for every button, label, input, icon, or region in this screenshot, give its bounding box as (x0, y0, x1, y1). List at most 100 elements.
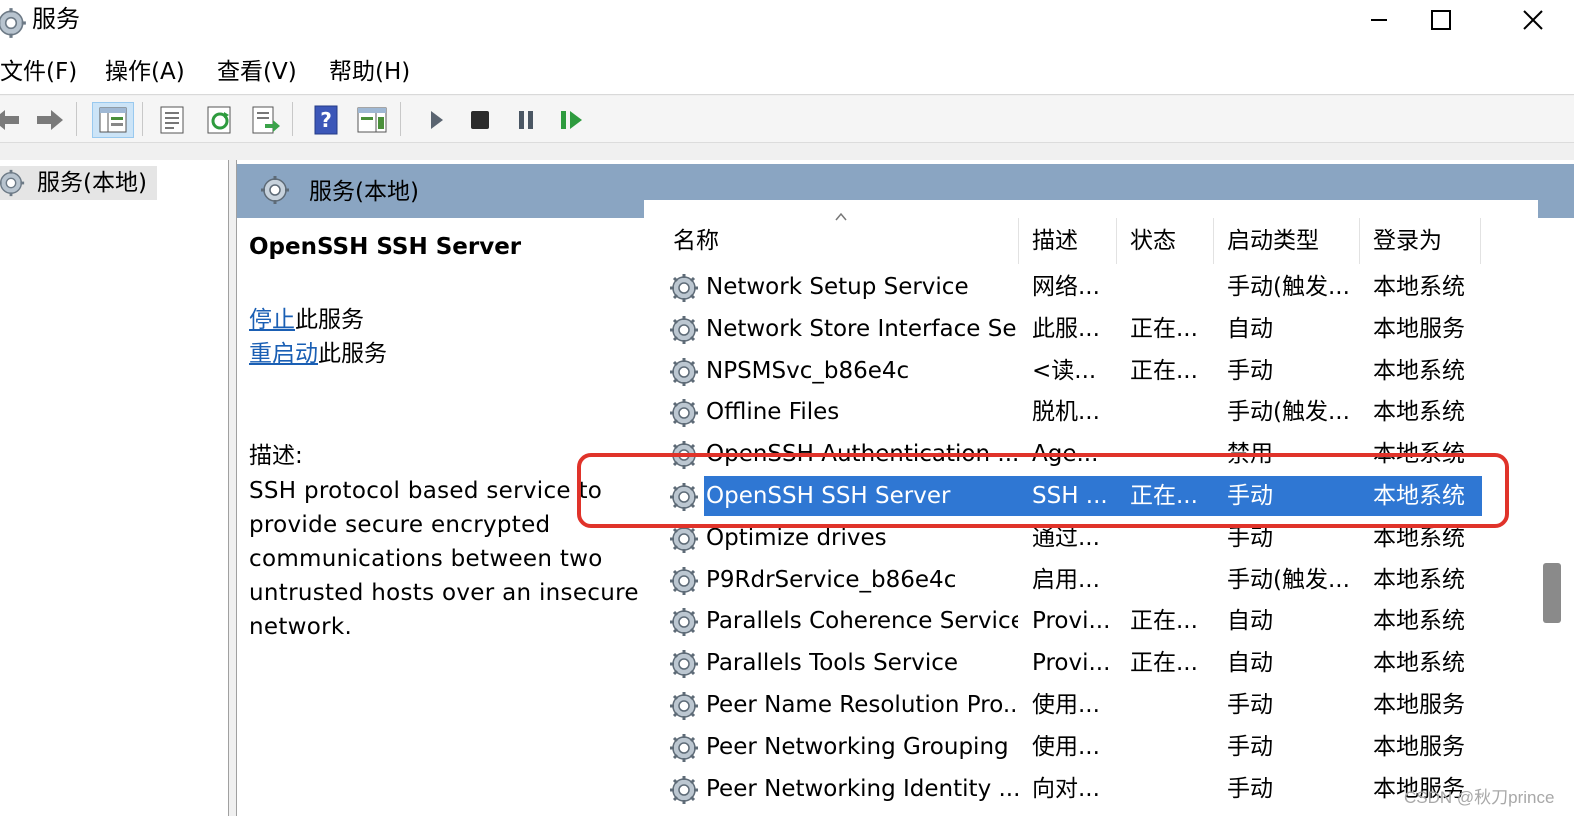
service-gear-icon (670, 399, 698, 427)
service-gear-icon (670, 776, 698, 804)
service-gear-icon (670, 692, 698, 720)
start-service-icon (431, 111, 443, 129)
show-console-tree-icon (99, 107, 127, 133)
properties-button[interactable] (154, 102, 190, 138)
service-startup-type-cell: 自动 (1227, 608, 1273, 634)
minimize-icon (1371, 19, 1387, 21)
service-name-cell: P9RdrService_b86e4c (706, 567, 957, 593)
tree-node-label: 服务(本地) (37, 170, 147, 196)
service-row[interactable]: Peer Networking Grouping 使用... 手动 本地服务 (666, 727, 1482, 769)
help-button[interactable]: ? (308, 102, 344, 138)
restart-service-link[interactable]: 重启动 (249, 341, 318, 367)
action-pane-icon (357, 107, 387, 133)
service-row[interactable]: Network Setup Service 网络... 手动(触发... 本地系统 (666, 267, 1482, 309)
service-row[interactable]: Offline Files 脱机... 手动(触发... 本地系统 (666, 392, 1482, 434)
service-startup-type-cell: 手动(触发... (1227, 567, 1350, 593)
service-name-cell: Parallels Coherence Service (706, 608, 1018, 634)
back-button[interactable] (0, 102, 24, 138)
export-list-button[interactable] (248, 102, 284, 138)
stop-service-button[interactable] (462, 102, 498, 138)
pause-service-button[interactable] (508, 102, 544, 138)
watermark: CSDN @秋刀prince (1404, 788, 1555, 807)
service-description-cell: 向对... (1032, 776, 1100, 802)
menu-help[interactable]: 帮助(H) (329, 57, 410, 87)
highlight-annotation (577, 453, 1509, 528)
service-description-cell: <读... (1032, 358, 1097, 384)
column-header-description[interactable]: 描述 (1032, 226, 1078, 256)
refresh-button[interactable] (202, 102, 238, 138)
maximize-button[interactable] (1411, 0, 1471, 40)
service-startup-type-cell: 手动 (1227, 692, 1273, 718)
service-row[interactable]: NPSMSvc_b86e4c <读... 正在... 手动 本地系统 (666, 351, 1482, 393)
restart-service-action: 重启动此服务 (249, 340, 387, 368)
close-icon (1523, 10, 1543, 30)
start-service-button[interactable] (418, 102, 454, 138)
column-divider[interactable] (1018, 218, 1019, 264)
service-row[interactable]: Parallels Coherence Service Provi... 正在...… (666, 601, 1482, 643)
stop-service-icon (471, 111, 489, 129)
service-log-on-as-cell: 本地服务 (1373, 734, 1465, 760)
forward-button[interactable] (32, 102, 68, 138)
stop-service-link[interactable]: 停止 (249, 307, 295, 333)
services-gear-icon (261, 176, 289, 204)
tree-node-services-local[interactable]: 服务(本地) (0, 166, 157, 200)
refresh-icon (207, 106, 231, 134)
column-divider[interactable] (1116, 218, 1117, 264)
service-name-cell: Peer Networking Identity ... (706, 776, 1018, 802)
pause-service-icon (519, 111, 533, 129)
service-gear-icon (670, 274, 698, 302)
services-gear-icon (0, 169, 25, 197)
service-startup-type-cell: 手动 (1227, 734, 1273, 760)
service-description-cell: 网络... (1032, 274, 1100, 300)
service-description-cell: 使用... (1032, 734, 1100, 760)
stop-service-action: 停止此服务 (249, 306, 364, 334)
column-header-name[interactable]: 名称 (673, 226, 719, 256)
service-name-cell: Peer Name Resolution Pro... (706, 692, 1018, 718)
service-name-cell: NPSMSvc_b86e4c (706, 358, 910, 384)
column-header-log-on-as[interactable]: 登录为 (1373, 226, 1442, 256)
service-status-cell: 正在... (1130, 316, 1198, 342)
service-description-cell: 脱机... (1032, 399, 1100, 425)
console-tree: 服务(本地) (0, 160, 229, 816)
vertical-scrollbar[interactable] (1538, 218, 1574, 816)
minimize-button[interactable] (1349, 0, 1409, 40)
service-row[interactable]: Parallels Tools Service Provi... 正在... 自动 本地… (666, 643, 1482, 685)
close-button[interactable] (1503, 0, 1563, 40)
service-startup-type-cell: 手动(触发... (1227, 274, 1350, 300)
column-divider[interactable] (1480, 218, 1481, 264)
service-startup-type-cell: 自动 (1227, 316, 1273, 342)
toolbar: ? (0, 96, 1574, 143)
column-divider[interactable] (1359, 218, 1360, 264)
service-name-cell: Parallels Tools Service (706, 650, 959, 676)
service-log-on-as-cell: 本地服务 (1373, 316, 1465, 342)
service-log-on-as-cell: 本地系统 (1373, 399, 1465, 425)
service-status-cell: 正在... (1130, 358, 1198, 384)
export-list-icon (252, 106, 280, 134)
service-row[interactable]: Peer Networking Identity ... 向对... 手动 本地服务 (666, 769, 1482, 811)
menu-bar: 文件(F) 操作(A) 查看(V) 帮助(H) (0, 50, 1574, 95)
service-status-cell: 正在... (1130, 608, 1198, 634)
service-description-cell: 使用... (1032, 692, 1100, 718)
scrollbar-thumb[interactable] (1543, 563, 1561, 623)
service-log-on-as-cell: 本地系统 (1373, 358, 1465, 384)
menu-action[interactable]: 操作(A) (105, 57, 185, 87)
column-header-startup-type[interactable]: 启动类型 (1227, 226, 1319, 256)
service-description-cell: 此服... (1032, 316, 1100, 342)
toolbar-separator (292, 102, 293, 136)
column-header-status[interactable]: 状态 (1130, 226, 1176, 256)
service-gear-icon (670, 358, 698, 386)
sort-ascending-icon (835, 212, 847, 221)
service-row[interactable]: Peer Name Resolution Pro... 使用... 手动 本地服务 (666, 685, 1482, 727)
restart-service-button[interactable] (554, 102, 590, 138)
service-row[interactable]: Network Store Interface Se... 此服... 正在... 自… (666, 309, 1482, 351)
menu-file[interactable]: 文件(F) (0, 57, 77, 87)
action-pane-button[interactable] (354, 102, 390, 138)
help-icon: ? (314, 105, 338, 135)
show-console-tree-button[interactable] (92, 102, 134, 138)
service-gear-icon (670, 734, 698, 762)
service-gear-icon (670, 567, 698, 595)
column-divider[interactable] (1213, 218, 1214, 264)
menu-view[interactable]: 查看(V) (217, 57, 297, 87)
list-header: 名称 描述 状态 启动类型 登录为 (644, 200, 1538, 266)
service-row[interactable]: P9RdrService_b86e4c 启用... 手动(触发... 本地系统 (666, 560, 1482, 602)
